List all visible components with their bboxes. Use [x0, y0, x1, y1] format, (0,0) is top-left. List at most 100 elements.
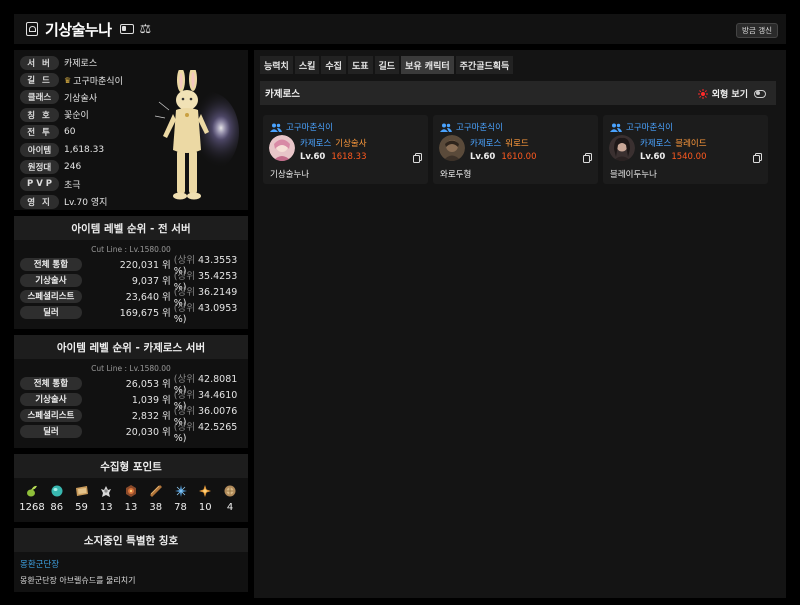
profile-label: 서 버	[20, 55, 59, 70]
tab-characters[interactable]: 보유 캐릭터	[401, 56, 454, 74]
collection-item[interactable]: 13	[121, 484, 141, 513]
world-tree-leaf-icon	[199, 485, 212, 497]
rank-percent: (상위 42.5265 %)	[174, 419, 248, 444]
tab-stats[interactable]: 능력치	[260, 56, 293, 74]
character-server-class: 카제로스 블레이드	[640, 137, 707, 149]
appearance-toggle[interactable]: 외형 보기	[697, 87, 766, 100]
tab-weekly-gold[interactable]: 주간골드획득	[455, 56, 514, 74]
profile-row-server: 서 버 카제로스	[20, 54, 123, 71]
collection-panel: 수집형 포인트 1268 86 59 13 13 38 78 10 4	[14, 454, 248, 522]
refresh-button[interactable]: 방금 갱신	[736, 23, 778, 38]
collection-item[interactable]: 13	[96, 484, 116, 513]
character-guild: 고구마춘식이	[440, 121, 503, 133]
copy-icon[interactable]	[413, 153, 422, 163]
rank-percent: (상위 43.0953 %)	[174, 300, 248, 325]
collection-item[interactable]: 10	[195, 484, 215, 513]
character-guild: 고구마춘식이	[270, 121, 333, 133]
tab-collection[interactable]: 수집	[321, 56, 346, 74]
users-icon	[610, 123, 622, 132]
rank-percent-prefix: (상위	[173, 286, 195, 298]
class-label: 워로드	[505, 139, 529, 149]
copy-icon[interactable]	[753, 153, 762, 163]
collection-item[interactable]: 78	[171, 484, 191, 513]
server-label: 카제로스	[640, 139, 672, 149]
giant-heart-icon	[101, 486, 112, 497]
profile-label: 길 드	[20, 73, 59, 88]
profile-value: 1,618.33	[64, 144, 105, 155]
profile-label: 아이템	[20, 142, 59, 157]
profile-row-expedition: 원정대 246	[20, 158, 123, 175]
ignea-token-icon	[126, 485, 136, 497]
guild-name: 고구마춘식이	[456, 123, 503, 133]
collection-title: 수집형 포인트	[14, 454, 248, 478]
collection-count: 10	[198, 502, 212, 513]
class-label: 기상술사	[335, 139, 367, 149]
rank-server-title: 아이템 레벨 순위 - 카제로스 서버	[14, 335, 248, 359]
tab-chart[interactable]: 도표	[347, 56, 373, 74]
server-name: 카제로스	[265, 89, 300, 100]
character-server-class: 카제로스 기상술사	[300, 137, 367, 149]
scale-icon[interactable]: ⚖	[140, 23, 152, 36]
profile-info-list: 서 버 카제로스 길 드 ♛ 고구마춘식이 클래스 기상술사 칭 호 꽃순이 전…	[20, 54, 123, 211]
profile-label: 클래스	[20, 90, 59, 105]
collection-count: 59	[75, 502, 88, 513]
rank-label: 딜러	[20, 424, 82, 438]
bookmark-icon[interactable]	[26, 22, 38, 36]
left-column: 서 버 카제로스 길 드 ♛ 고구마춘식이 클래스 기상술사 칭 호 꽃순이 전…	[14, 50, 248, 592]
rank-value: 20,030 위	[125, 427, 171, 438]
copy-icon[interactable]	[583, 153, 592, 163]
rank-label: 딜러	[20, 305, 82, 319]
collection-item[interactable]: 59	[72, 484, 92, 513]
character-avatar	[439, 135, 465, 161]
profile-row-item-level: 아이템 1,618.33	[20, 141, 123, 158]
profile-row-class: 클래스 기상술사	[20, 89, 123, 106]
adventure-book-icon	[149, 485, 162, 497]
collection-count: 13	[124, 502, 138, 513]
character-avatar	[269, 135, 295, 161]
id-card-icon[interactable]	[119, 24, 134, 34]
character-list: 고구마춘식이 카제로스 기상술사 Lv.60 1618.33 기상술누나 고구마춘식…	[263, 115, 773, 184]
server-bar: 카제로스 외형 보기	[260, 81, 776, 105]
tab-guild[interactable]: 길드	[374, 56, 400, 74]
guild-name: 고구마춘식이	[626, 123, 673, 133]
rank-value: 2,832 위	[131, 411, 171, 422]
level-label: Lv.60	[640, 152, 666, 162]
appearance-label: 외형 보기	[711, 90, 748, 100]
profile-row-title: 칭 호 꽃순이	[20, 106, 123, 123]
users-icon	[270, 123, 282, 132]
toggle-switch[interactable]	[754, 89, 766, 98]
profile-label: 원정대	[20, 160, 59, 175]
profile-row-pvp: P V P 초극	[20, 176, 123, 193]
rank-percent-prefix: (상위	[173, 270, 195, 282]
rank-server-panel: 아이템 레벨 순위 - 카제로스 서버 Cut Line : Lv.1580.0…	[14, 335, 248, 448]
profile-row-estate: 영 지 Lv.70 영지	[20, 193, 123, 210]
users-icon	[440, 123, 452, 132]
character-card[interactable]: 고구마춘식이 카제로스 기상술사 Lv.60 1618.33 기상술누나	[263, 115, 428, 184]
character-level: Lv.60 1618.33	[300, 152, 366, 162]
character-name-label: 블레이두누나	[610, 170, 657, 180]
character-name-label: 기상술누나	[270, 170, 310, 180]
rank-percent-prefix: (상위	[173, 421, 195, 433]
tab-skills[interactable]: 스킬	[294, 56, 320, 74]
collection-item[interactable]: 38	[146, 484, 166, 513]
rank-all-title: 아이템 레벨 순위 - 전 서버	[14, 216, 248, 240]
rank-value: 9,037 위	[131, 276, 171, 287]
collection-count: 78	[174, 502, 187, 513]
orpheus-star-icon	[224, 485, 236, 497]
rank-percent-prefix: (상위	[173, 254, 195, 266]
character-card[interactable]: 고구마춘식이 카제로스 블레이드 Lv.60 1540.00 블레이두누나	[603, 115, 768, 184]
rank-value: 26,053 위	[125, 379, 171, 390]
collection-item[interactable]: 86	[47, 484, 67, 513]
character-card[interactable]: 고구마춘식이 카제로스 워로드 Lv.60 1610.00 와로두형	[433, 115, 598, 184]
rank-label: 스페셜리스트	[20, 289, 82, 303]
tab-bar: 능력치 스킬 수집 도표 길드 보유 캐릭터 주간골드획득	[260, 56, 515, 74]
collection-count: 38	[149, 502, 163, 513]
rank-percent-prefix: (상위	[173, 302, 195, 314]
collection-item[interactable]: 1268	[19, 484, 45, 513]
profile-label: 전 투	[20, 125, 59, 140]
mokoko-seed-icon	[27, 485, 37, 497]
level-label: Lv.60	[470, 152, 496, 162]
item-level: 1618.33	[331, 152, 367, 162]
collection-item[interactable]: 4	[220, 484, 240, 513]
profile-value: 초극	[64, 180, 81, 191]
